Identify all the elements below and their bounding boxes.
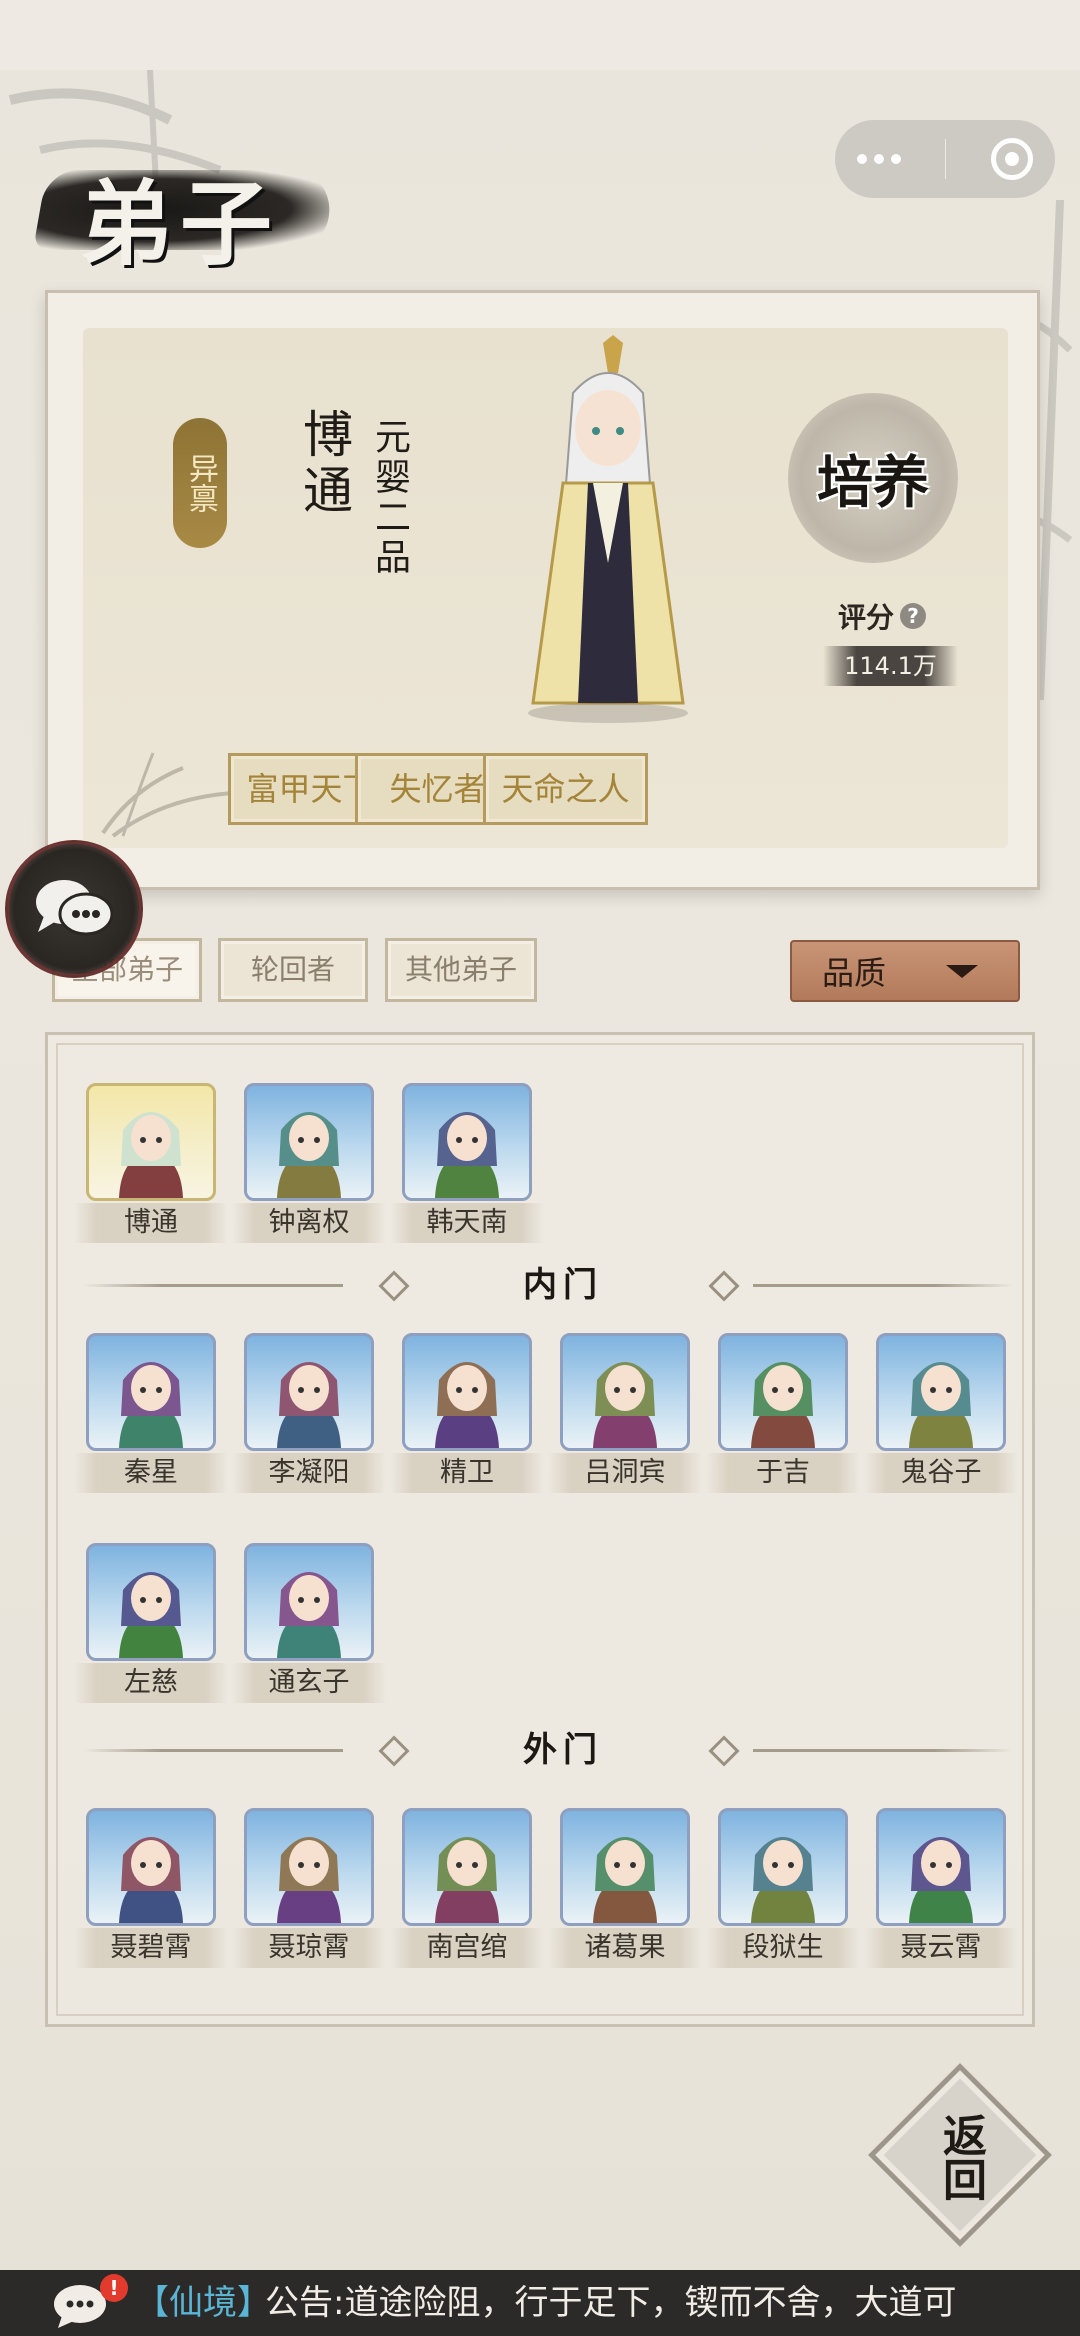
section-header-inner: 内门 [83,1263,1043,1307]
more-icon[interactable] [857,154,902,164]
announcement-text: 公告:道途险阻，行于足下，锲而不舍，大道可 [265,2283,957,2323]
disciple-card[interactable]: 秦星 [74,1333,228,1493]
disciple-card[interactable]: 聂琼霄 [232,1808,386,1968]
disciple-card[interactable]: 通玄子 [232,1543,386,1703]
disciple-card[interactable]: 精卫 [390,1333,544,1493]
disciple-portrait[interactable] [244,1808,374,1926]
disciple-portrait[interactable] [876,1333,1006,1451]
miniprogram-capsule [835,120,1055,198]
disciple-card[interactable]: 韩天南 [390,1083,544,1243]
disciple-card[interactable]: 段狱生 [706,1808,860,1968]
disciple-roster: 博通 钟离权 韩天南秦星 李凝阳 精卫 吕洞宾 于吉 鬼谷子左慈 通玄子聂碧霄 聂琼霄 南宫绾 诸葛果… [45,1032,1035,2027]
announcement-channel: 【仙境】 [135,2283,271,2323]
disciple-card[interactable]: 聂云霄 [864,1808,1018,1968]
disciple-portrait[interactable] [560,1333,690,1451]
disciple-name-label: 韩天南 [390,1203,544,1243]
disciple-name-label: 李凝阳 [232,1453,386,1493]
featured-disciple-figure[interactable] [493,333,723,733]
disciple-card[interactable]: 诸葛果 [548,1808,702,1968]
disciple-name-label: 鬼谷子 [864,1453,1018,1493]
quality-sort-dropdown[interactable]: 品质 [790,940,1020,1002]
disciple-name-label: 吕洞宾 [548,1453,702,1493]
score-label-row: 评分 ? [838,596,927,636]
disciple-card[interactable]: 鬼谷子 [864,1333,1018,1493]
close-target-icon[interactable] [990,138,1033,180]
disciple-portrait[interactable] [402,1808,532,1926]
disciple-name-label: 聂云霄 [864,1928,1018,1968]
disciple-name-label: 博通 [74,1203,228,1243]
chat-float-button[interactable] [5,840,143,978]
grass-decoration [101,752,234,838]
tab-reincarnators[interactable]: 轮回者 [218,938,368,1002]
disciple-portrait[interactable] [86,1543,216,1661]
disciple-name-label: 诸葛果 [548,1928,702,1968]
disciple-portrait[interactable] [876,1808,1006,1926]
section-header-outer: 外门 [83,1728,1043,1772]
chevron-down-icon [946,964,978,978]
score-label: 评分 [838,601,895,634]
disciple-portrait[interactable] [718,1333,848,1451]
disciple-portrait[interactable] [86,1808,216,1926]
divider-line [753,1749,1013,1752]
disciple-portrait[interactable] [86,1083,216,1201]
disciple-card[interactable]: 李凝阳 [232,1333,386,1493]
disciple-name-label: 钟离权 [232,1203,386,1243]
disciple-portrait[interactable] [402,1083,532,1201]
disciple-card[interactable]: 于吉 [706,1333,860,1493]
disciple-name-label: 秦星 [74,1453,228,1493]
disciple-name-label: 聂琼霄 [232,1928,386,1968]
disciple-name-label: 精卫 [390,1453,544,1493]
disciple-card[interactable]: 吕洞宾 [548,1333,702,1493]
disciple-name-label: 通玄子 [232,1663,386,1703]
page-title: 弟子 [80,170,281,278]
disciple-card[interactable]: 聂碧霄 [74,1808,228,1968]
chat-bubbles-icon [36,880,114,936]
disciple-card[interactable]: 钟离权 [232,1083,386,1243]
quality-sort-label: 品质 [822,954,887,992]
tab-other-disciples[interactable]: 其他弟子 [385,938,537,1002]
help-icon[interactable]: ? [900,603,927,629]
page-title-banner: 弟子 [32,140,340,278]
disciple-portrait[interactable] [718,1808,848,1926]
cultivate-label: 培养 [817,449,929,516]
disciple-name-label: 于吉 [706,1453,860,1493]
disciple-portrait[interactable] [560,1808,690,1926]
featured-disciple-card: 异禀 博通 元婴二品 培养 评分 ? 114.1万 富甲天下 失忆者 天命之人 [45,290,1040,890]
disciple-card[interactable]: 南宫绾 [390,1808,544,1968]
score-value: 114.1万 [823,646,958,686]
notification-badge: ! [100,2274,128,2302]
divider-line [753,1284,1013,1287]
capsule-divider [945,139,947,179]
disciple-name-label: 段狱生 [706,1928,860,1968]
disciple-name-label: 聂碧霄 [74,1928,228,1968]
disciple-portrait[interactable] [244,1333,374,1451]
return-label: 返回 [935,2113,986,2201]
disciple-card[interactable]: 博通 [74,1083,228,1243]
cultivation-rank: 元婴二品 [369,418,410,578]
disciple-name-label: 南宫绾 [390,1928,544,1968]
featured-disciple-panel: 异禀 博通 元婴二品 培养 评分 ? 114.1万 富甲天下 失忆者 天命之人 [83,328,1008,848]
cultivate-button[interactable]: 培养 [788,393,958,563]
quality-tag: 异禀 [173,418,227,548]
disciple-name: 博通 [295,408,353,520]
disciple-portrait[interactable] [402,1333,532,1451]
disciple-portrait[interactable] [244,1083,374,1201]
disciple-card[interactable]: 左慈 [74,1543,228,1703]
disciple-name-label: 左慈 [74,1663,228,1703]
disciple-portrait[interactable] [86,1333,216,1451]
disciple-portrait[interactable] [244,1543,374,1661]
trait-button-3[interactable]: 天命之人 [483,753,648,825]
